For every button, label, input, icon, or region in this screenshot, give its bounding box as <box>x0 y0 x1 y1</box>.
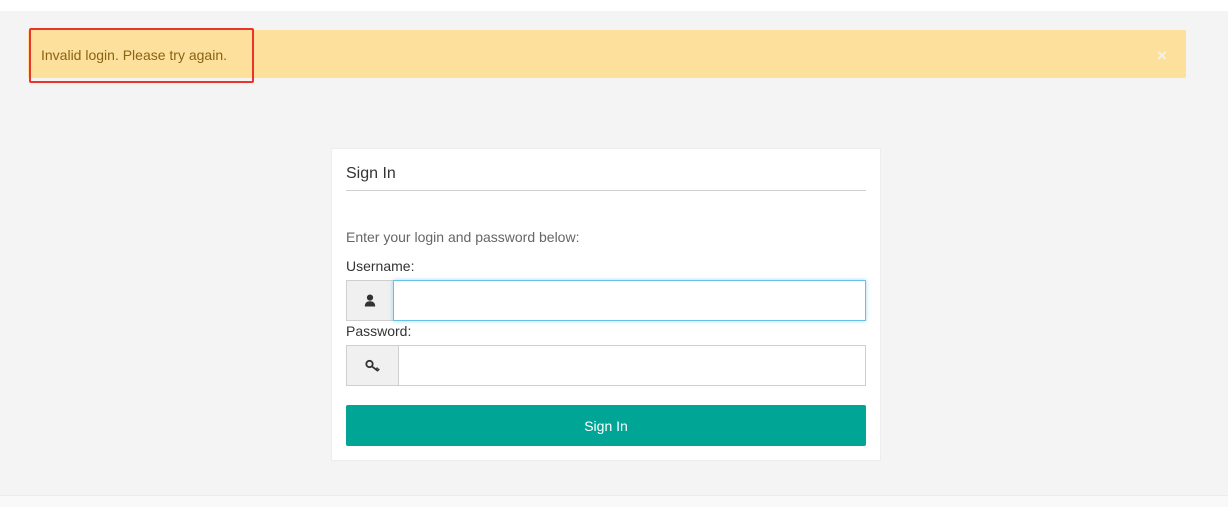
card-title: Sign In <box>346 165 396 182</box>
password-input-group <box>346 345 866 386</box>
sign-in-button[interactable]: Sign In <box>346 405 866 446</box>
user-icon <box>346 280 393 321</box>
footer-band <box>0 495 1228 507</box>
password-input[interactable] <box>398 345 866 386</box>
password-label: Password: <box>346 323 412 339</box>
key-icon <box>346 345 398 386</box>
username-input-group <box>346 280 866 321</box>
title-divider <box>346 190 866 191</box>
alert-message: Invalid login. Please try again. <box>41 47 227 63</box>
username-input[interactable] <box>393 280 866 321</box>
username-label: Username: <box>346 258 415 274</box>
login-instructions: Enter your login and password below: <box>346 229 580 245</box>
close-icon[interactable]: × <box>1157 46 1167 66</box>
